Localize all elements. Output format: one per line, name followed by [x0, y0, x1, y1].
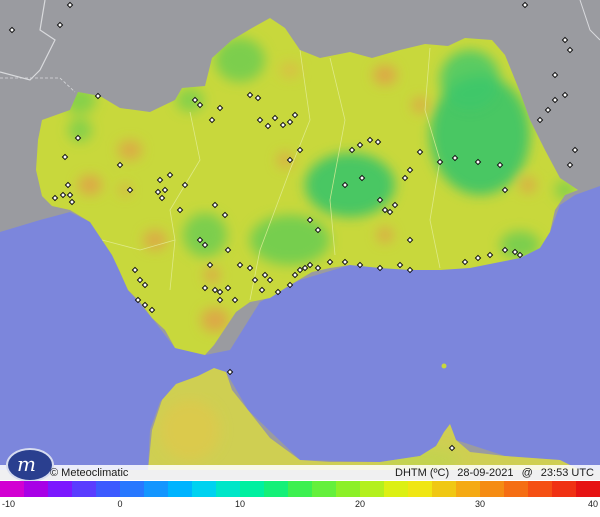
scale-swatch — [96, 481, 120, 497]
scale-swatch — [480, 481, 504, 497]
scale-swatch — [48, 481, 72, 497]
scale-swatch — [240, 481, 264, 497]
color-scale-ticks: -10 0 10 20 30 40 — [0, 498, 600, 514]
scale-swatch — [24, 481, 48, 497]
scale-swatch — [0, 481, 24, 497]
scale-swatch — [312, 481, 336, 497]
scale-swatch — [264, 481, 288, 497]
scale-swatch — [216, 481, 240, 497]
meteoclimatic-logo-icon: m — [6, 448, 54, 482]
scale-swatch — [144, 481, 168, 497]
scale-swatch — [432, 481, 456, 497]
scale-swatch — [72, 481, 96, 497]
brand-label: © Meteoclimatic — [50, 467, 129, 479]
scale-swatch — [576, 481, 600, 497]
scale-swatch — [336, 481, 360, 497]
scale-swatch — [192, 481, 216, 497]
map-caption: DHTM (ºC) 28-09-2021 @ 23:53 UTC — [390, 467, 594, 479]
scale-swatch — [384, 481, 408, 497]
scale-swatch — [456, 481, 480, 497]
scale-swatch — [288, 481, 312, 497]
scale-swatch — [168, 481, 192, 497]
weather-map-view: m © Meteoclimatic DHTM (ºC) 28-09-2021 @… — [0, 0, 600, 517]
scale-tick-label: 20 — [354, 499, 366, 509]
scale-tick-label: 10 — [234, 499, 246, 509]
scale-swatch — [552, 481, 576, 497]
scale-swatch — [504, 481, 528, 497]
scale-tick-label: -10 — [2, 499, 16, 509]
logo-mark: m — [17, 452, 36, 476]
color-scale-bar — [0, 481, 600, 497]
temperature-map — [0, 0, 600, 480]
caption-at: @ — [521, 467, 533, 479]
caption-variable: DHTM (ºC) — [395, 467, 450, 479]
scale-swatch — [408, 481, 432, 497]
scale-swatch — [360, 481, 384, 497]
caption-time: 23:53 UTC — [540, 467, 594, 479]
scale-tick-label: 0 — [117, 499, 123, 509]
scale-tick-label: 40 — [587, 499, 598, 509]
scale-tick-label: 30 — [474, 499, 486, 509]
scale-swatch — [120, 481, 144, 497]
caption-date: 28-09-2021 — [457, 467, 514, 479]
scale-swatch — [528, 481, 552, 497]
